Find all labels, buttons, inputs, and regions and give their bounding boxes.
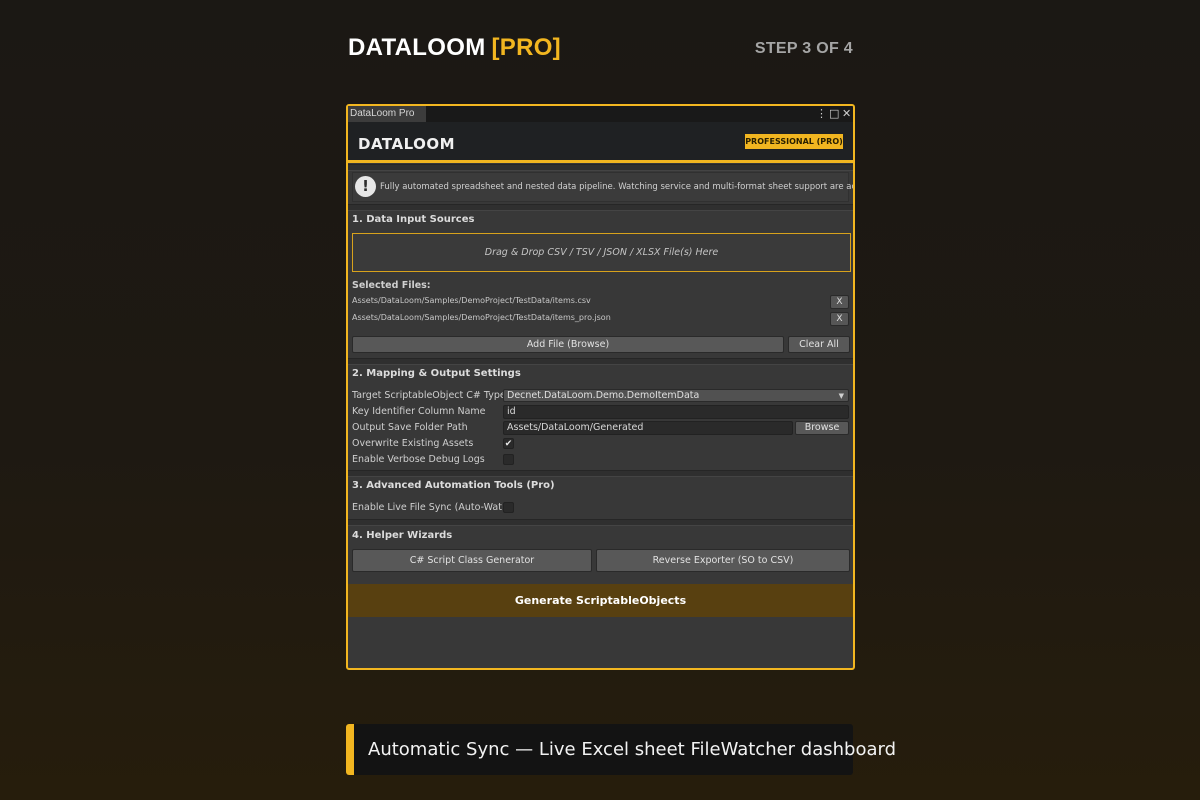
section-data-input-title: 1. Data Input Sources [352, 214, 475, 225]
remove-file-button[interactable]: X [830, 295, 849, 309]
section-wizards-title: 4. Helper Wizards [352, 530, 453, 541]
clear-all-button[interactable]: Clear All [788, 336, 850, 353]
browse-button[interactable]: Browse [795, 421, 849, 435]
remove-file-button[interactable]: X [830, 312, 849, 326]
selected-file-path: Assets/DataLoom/Samples/DemoProject/Test… [352, 313, 611, 322]
selected-file-path: Assets/DataLoom/Samples/DemoProject/Test… [352, 296, 591, 305]
page-header: DATALOOM [PRO] STEP 3 OF 4 [348, 34, 853, 66]
divider [348, 204, 853, 211]
type-label: Target ScriptableObject C# Type [352, 390, 506, 401]
app-header: DATALOOM PROFESSIONAL (PRO) [348, 122, 853, 163]
step-indicator: STEP 3 OF 4 [754, 40, 853, 57]
info-box: ! Fully automated spreadsheet and nested… [352, 172, 853, 202]
key-column-input[interactable]: id [503, 405, 849, 419]
kebab-menu-icon[interactable]: ⋮ [816, 107, 827, 120]
maximize-icon[interactable]: □ [829, 107, 839, 120]
verbose-checkbox[interactable] [503, 454, 514, 465]
verbose-label: Enable Verbose Debug Logs [352, 454, 485, 465]
caption-card: Automatic Sync — Live Excel sheet FileWa… [346, 724, 896, 775]
section-automation-title: 3. Advanced Automation Tools (Pro) [352, 480, 555, 491]
type-select[interactable]: Decnet.DataLoom.Demo.DemoItemData ▼ [503, 389, 849, 402]
output-path-label: Output Save Folder Path [352, 422, 468, 433]
output-path-input[interactable]: Assets/DataLoom/Generated [503, 421, 793, 435]
script-generator-button[interactable]: C# Script Class Generator [352, 549, 592, 572]
divider [348, 519, 853, 526]
overwrite-checkbox[interactable]: ✔ [503, 438, 514, 449]
divider [348, 470, 853, 477]
chevron-down-icon: ▼ [838, 392, 844, 400]
dropzone-label: Drag & Drop CSV / TSV / JSON / XLSX File… [484, 247, 719, 258]
live-sync-checkbox[interactable] [503, 502, 514, 513]
generate-button[interactable]: Generate ScriptableObjects [348, 584, 853, 617]
caption-accent-bar [346, 724, 354, 775]
window-titlebar: DataLoom Pro ⋮ □ ✕ [348, 106, 853, 122]
add-file-button[interactable]: Add File (Browse) [352, 336, 784, 353]
checkmark-icon: ✔ [504, 439, 513, 449]
type-select-value: Decnet.DataLoom.Demo.DemoItemData [507, 390, 700, 401]
brand-name: DATALOOM [348, 34, 486, 61]
window-controls: ⋮ □ ✕ [816, 107, 851, 120]
section-mapping-title: 2. Mapping & Output Settings [352, 368, 521, 379]
brand-title: DATALOOM [PRO] [348, 34, 561, 62]
live-sync-label: Enable Live File Sync (Auto-Watc [352, 502, 502, 513]
pro-badge: PROFESSIONAL (PRO) [745, 134, 843, 149]
overwrite-label: Overwrite Existing Assets [352, 438, 474, 449]
close-icon[interactable]: ✕ [842, 107, 851, 120]
key-column-label: Key Identifier Column Name [352, 406, 486, 417]
app-title: DATALOOM [358, 135, 456, 153]
reverse-exporter-button[interactable]: Reverse Exporter (SO to CSV) [596, 549, 850, 572]
info-exclamation-icon: ! [355, 176, 376, 197]
caption-text: Automatic Sync — Live Excel sheet FileWa… [368, 739, 897, 760]
editor-window: DataLoom Pro ⋮ □ ✕ DATALOOM PROFESSIONAL… [346, 104, 855, 670]
selected-files-label: Selected Files: [352, 280, 431, 291]
window-tab[interactable]: DataLoom Pro [348, 106, 426, 122]
brand-suffix: [PRO] [491, 34, 561, 61]
file-dropzone[interactable]: Drag & Drop CSV / TSV / JSON / XLSX File… [352, 233, 851, 272]
divider [348, 164, 853, 171]
info-text: Fully automated spreadsheet and nested d… [380, 182, 855, 192]
divider [348, 358, 853, 365]
